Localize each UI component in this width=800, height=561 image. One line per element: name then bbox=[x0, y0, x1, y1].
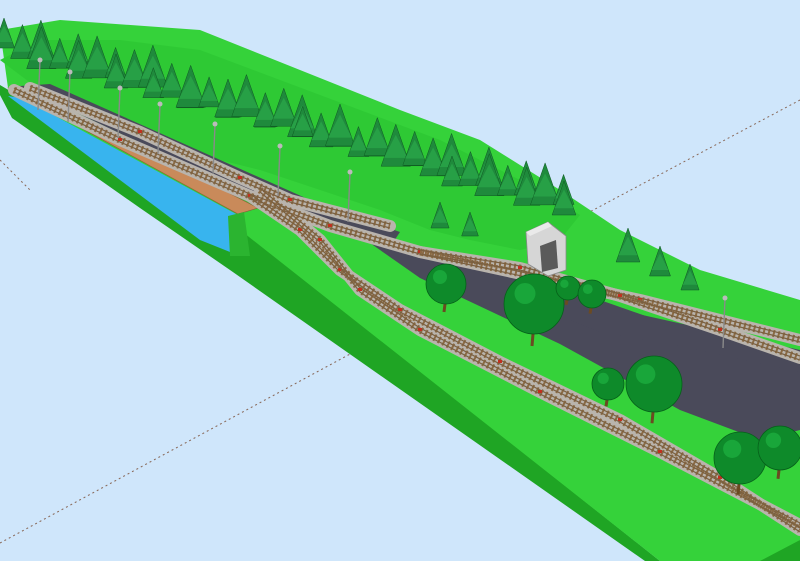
track-marker bbox=[398, 308, 402, 311]
track-marker bbox=[538, 390, 542, 393]
track-marker bbox=[418, 328, 422, 331]
track-marker bbox=[318, 238, 322, 241]
track-marker bbox=[358, 288, 362, 291]
track-marker bbox=[658, 450, 662, 453]
track-marker bbox=[288, 198, 292, 201]
track-marker bbox=[518, 266, 522, 269]
track-marker bbox=[618, 294, 622, 297]
track-marker bbox=[238, 176, 242, 179]
railway-scene bbox=[0, 0, 800, 561]
track-marker bbox=[138, 130, 142, 133]
track-marker bbox=[498, 360, 502, 363]
track-marker bbox=[328, 224, 332, 227]
track-marker bbox=[118, 138, 122, 141]
track-marker bbox=[718, 328, 722, 331]
track-marker bbox=[618, 418, 622, 421]
